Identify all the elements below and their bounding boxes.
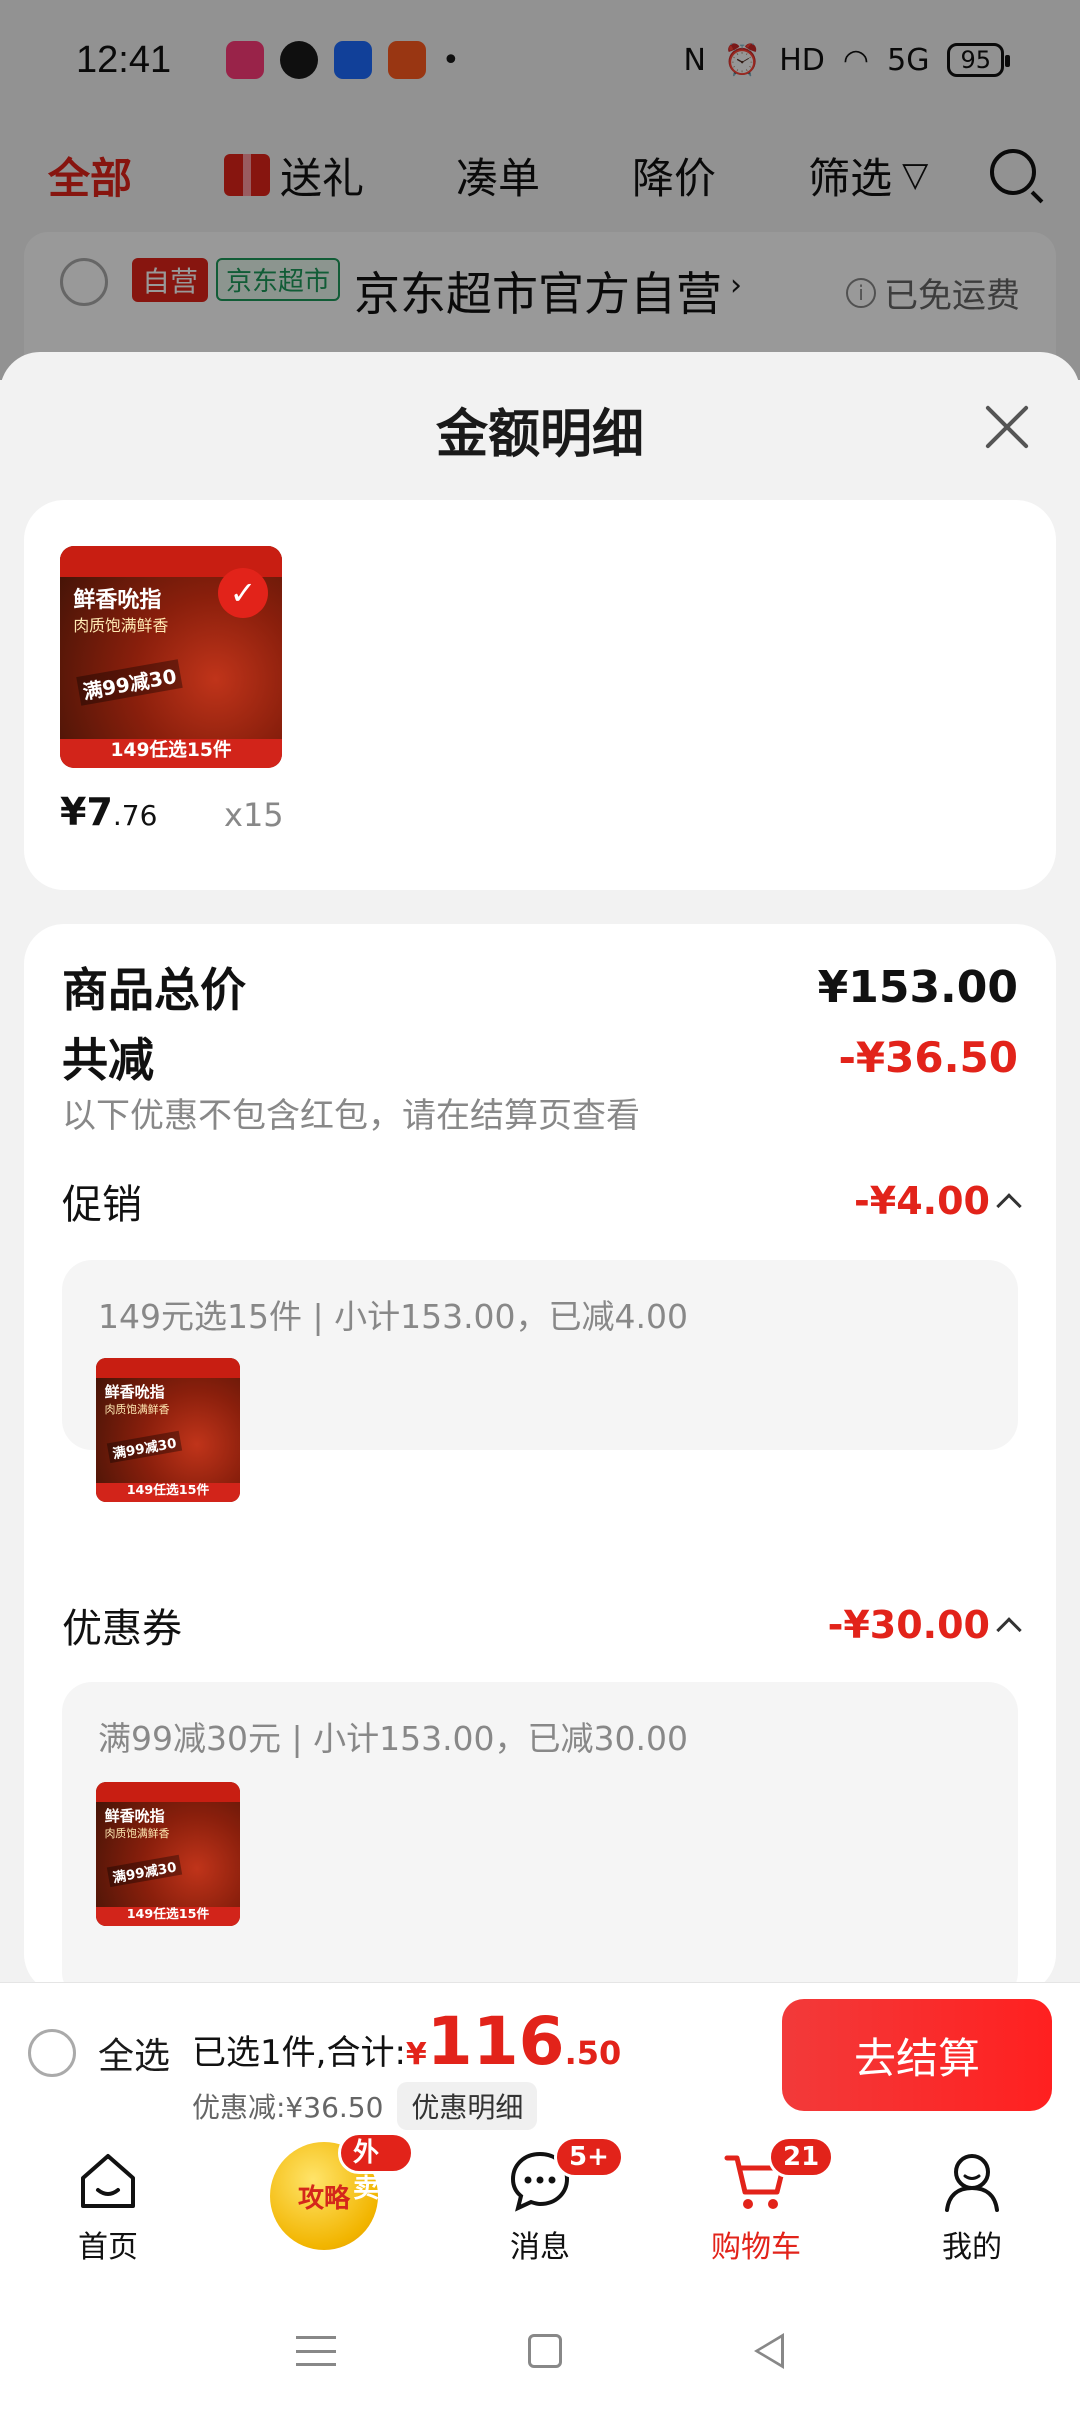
product-quantity: x15 xyxy=(224,796,284,834)
coupon-label: 优惠券 xyxy=(62,1606,182,1652)
cart-count-badge: 21 xyxy=(768,2136,835,2178)
amount-detail-sheet: 金额明细 鲜香吮指 肉质饱满鲜香 满99减30 149任选15件 ✓ ¥7.76… xyxy=(0,352,1080,1982)
discount-value: -¥36.50 xyxy=(838,1032,1018,1082)
product-card: 鲜香吮指 肉质饱满鲜香 满99减30 149任选15件 ✓ ¥7.76 x15 xyxy=(24,500,1056,890)
sheet-title: 金额明细 xyxy=(435,405,644,465)
selected-count-text: 已选1件,合计: xyxy=(192,2033,406,2073)
promotion-label: 促销 xyxy=(62,1182,142,1228)
back-icon[interactable] xyxy=(754,2333,784,2369)
home-icon xyxy=(81,2154,135,2208)
message-count-badge: 5+ xyxy=(554,2136,624,2178)
product-unit-price: ¥7.76 xyxy=(60,790,158,834)
coupon-value: -¥30.00 xyxy=(827,1603,990,1647)
tab-profile[interactable]: 我的 xyxy=(882,2130,1062,2290)
modal-overlay[interactable] xyxy=(0,0,1080,380)
order-summary: 已选1件,合计: ¥116.50 优惠减:¥36.50 优惠明细 xyxy=(192,2003,621,2130)
checkmark-icon: ✓ xyxy=(218,568,268,618)
coupon-product-image: 鲜香吮指 肉质饱满鲜香 满99减30 149任选15件 xyxy=(96,1782,240,1926)
product-image[interactable]: 鲜香吮指 肉质饱满鲜香 满99减30 149任选15件 ✓ xyxy=(60,546,282,768)
tab-cart[interactable]: 购物车 21 xyxy=(666,2130,846,2290)
promotion-product-image: 鲜香吮指 肉质饱满鲜香 满99减30 149任选15件 xyxy=(96,1358,240,1502)
discount-detail-button[interactable]: 优惠明细 xyxy=(397,2082,538,2130)
price-breakdown-card: 商品总价 ¥153.00 共减 -¥36.50 以下优惠不包含红包，请在结算页查… xyxy=(24,924,1056,1982)
coupon-detail-box: 满99减30元 | 小计153.00，已减30.00 鲜香吮指 肉质饱满鲜香 满… xyxy=(62,1682,1018,1982)
discount-label: 共减 xyxy=(62,1033,154,1087)
system-navigation-bar xyxy=(0,2290,1080,2412)
total-price-label: 商品总价 xyxy=(62,963,246,1017)
total-price-value: ¥153.00 xyxy=(817,961,1018,1013)
coupon-description: 满99减30元 | 小计153.00，已减30.00 xyxy=(98,1719,689,1758)
promotion-value: -¥4.00 xyxy=(854,1179,990,1223)
takeout-badge: 外卖 xyxy=(338,2132,414,2204)
tab-messages[interactable]: 消息 5+ xyxy=(450,2130,630,2290)
select-all-checkbox[interactable] xyxy=(28,2029,76,2077)
close-icon[interactable] xyxy=(982,402,1032,452)
discount-row: 共减 -¥36.50 xyxy=(62,1024,1018,1090)
discount-note: 以下优惠不包含红包，请在结算页查看 xyxy=(62,1096,640,1136)
chevron-up-icon xyxy=(996,1617,1022,1643)
saved-amount-text: 优惠减:¥36.50 xyxy=(192,2091,384,2124)
total-amount: ¥116.50 xyxy=(405,2003,622,2080)
checkout-bar: 全选 已选1件,合计: ¥116.50 优惠减:¥36.50 优惠明细 去结算 xyxy=(0,1982,1080,2130)
promotion-description: 149元选15件 | 小计153.00，已减4.00 xyxy=(98,1297,689,1336)
menu-icon[interactable] xyxy=(296,2336,336,2366)
chevron-up-icon xyxy=(996,1193,1022,1219)
total-price-row: 商品总价 ¥153.00 xyxy=(62,954,1018,1020)
user-icon xyxy=(945,2154,999,2212)
checkout-button[interactable]: 去结算 xyxy=(782,1999,1052,2111)
promotion-detail-box: 149元选15件 | 小计153.00，已减4.00 鲜香吮指 肉质饱满鲜香 满… xyxy=(62,1260,1018,1502)
promotion-row[interactable]: 促销 -¥4.00 xyxy=(62,1172,1022,1230)
coupon-row[interactable]: 优惠券 -¥30.00 xyxy=(62,1596,1022,1654)
select-all-label: 全选 xyxy=(98,2036,171,2077)
tab-home[interactable]: 首页 xyxy=(18,2130,198,2290)
home-square-icon[interactable] xyxy=(528,2334,562,2368)
select-all-toggle[interactable]: 全选 xyxy=(28,2027,170,2079)
tab-guide[interactable]: 攻略 外卖 xyxy=(234,2130,414,2290)
bottom-tab-bar: 首页 攻略 外卖 消息 5+ 购物车 21 我的 xyxy=(0,2130,1080,2290)
